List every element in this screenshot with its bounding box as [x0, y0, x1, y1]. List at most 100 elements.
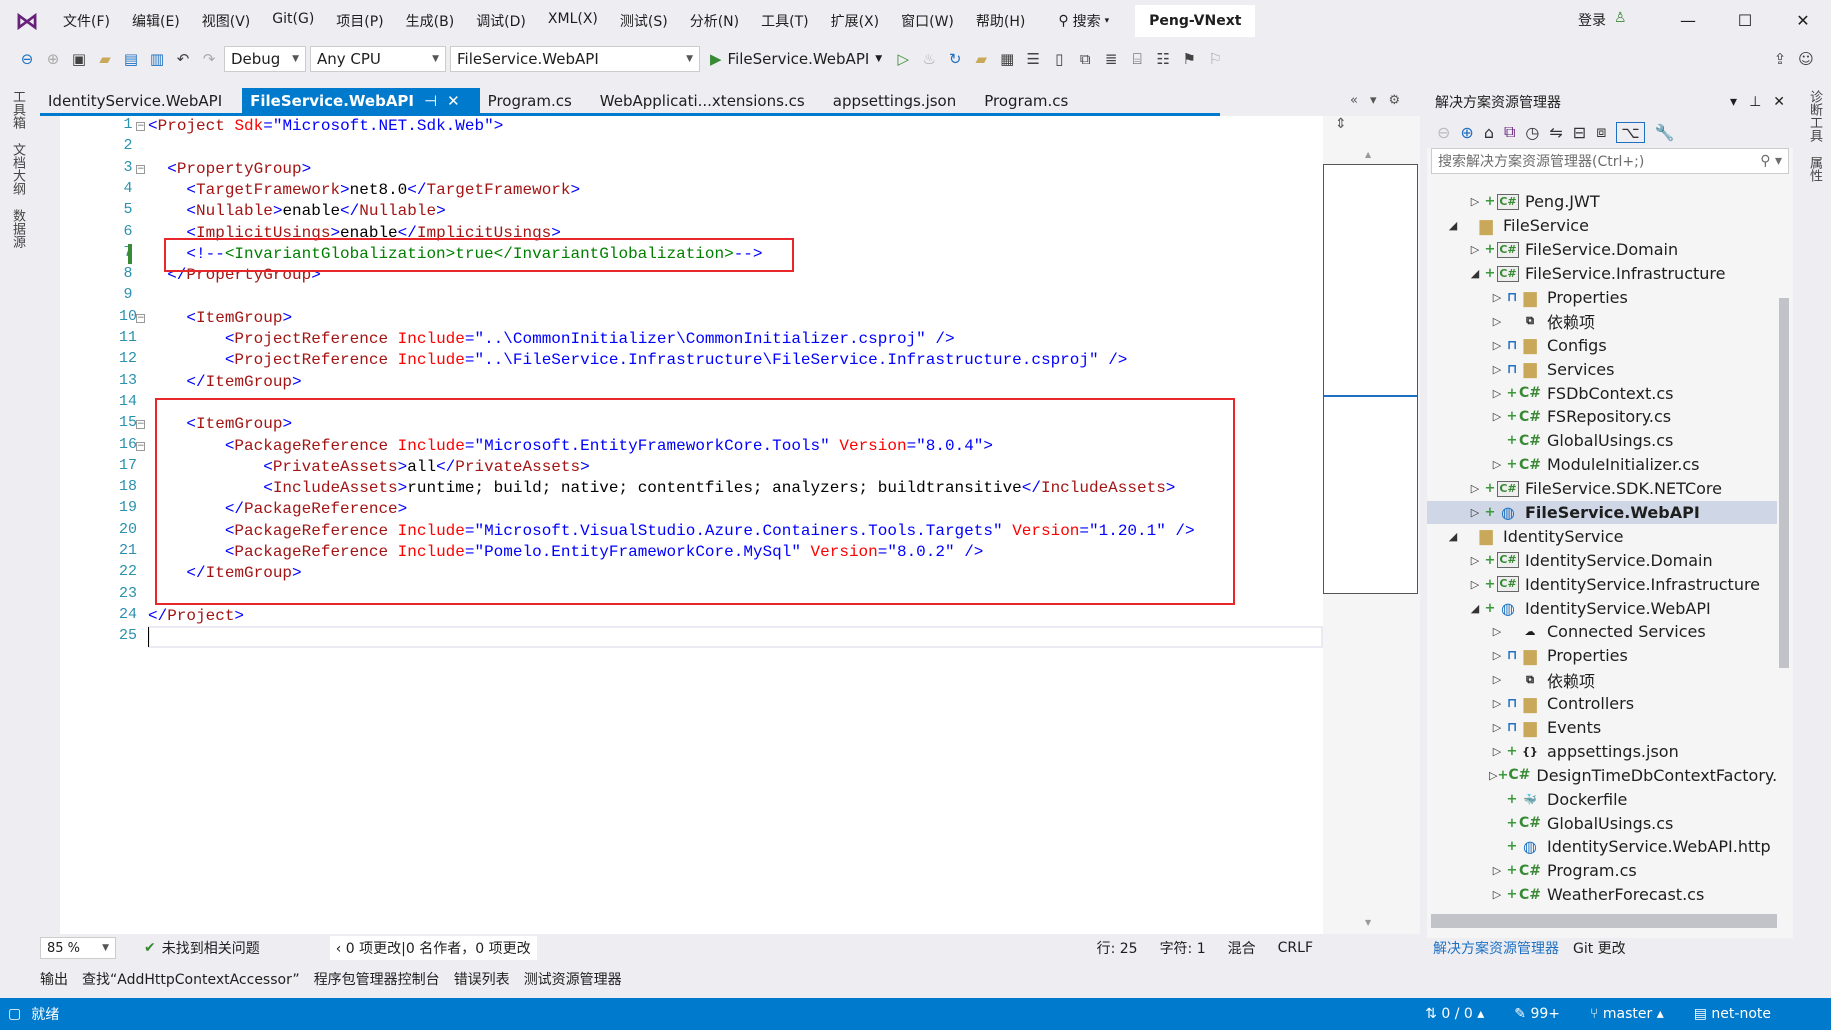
code-line[interactable]: <TargetFramework>net8.0</TargetFramework… — [148, 180, 580, 201]
tree-item[interactable]: ▷ + C# IdentityService.Infrastructure — [1427, 572, 1777, 596]
dropdown-icon[interactable]: ▾ — [1730, 94, 1737, 110]
minimap-scrollbar[interactable]: ⇕ ▲ ▼ — [1323, 116, 1420, 934]
back-icon[interactable]: ⊖ — [1437, 123, 1450, 142]
tree-item[interactable]: ◢ ▆ FileService — [1427, 214, 1777, 238]
tab-git-changes[interactable]: Git 更改 — [1573, 938, 1626, 958]
collapsed-icon[interactable]: ▷ — [1489, 363, 1505, 376]
tree-item[interactable]: ▷ + C# DesignTimeDbContextFactory.cs — [1427, 763, 1777, 787]
tree-item[interactable]: ▷ + C# WeatherForecast.cs — [1427, 883, 1777, 907]
forward-icon[interactable]: ⊕ — [42, 48, 64, 70]
tab-dropdown-icon[interactable]: ▾ — [1370, 88, 1377, 114]
bracket-icon[interactable]: ⌸ — [1126, 48, 1148, 70]
menu-item[interactable]: 调试(D) — [465, 11, 537, 31]
feedback-icon[interactable]: ☺ — [1795, 48, 1817, 70]
tab-document[interactable]: FileService.WebAPI ⊣ ✕ — [242, 88, 480, 113]
pending-changes-filter-icon[interactable]: ◷ — [1525, 123, 1539, 142]
code-line[interactable]: <Project Sdk="Microsoft.NET.Sdk.Web"> — [148, 116, 503, 137]
settings-icon[interactable]: ⚙ — [1389, 88, 1401, 114]
comment-icon[interactable]: ☷ — [1152, 48, 1174, 70]
side-tab[interactable]: 诊断工具 — [1805, 86, 1824, 146]
tool-tab[interactable]: 测试资源管理器 — [524, 969, 622, 989]
code-line[interactable]: </Project> — [148, 606, 244, 627]
collapsed-icon[interactable]: ▷ — [1489, 339, 1505, 352]
branch-selector[interactable]: ⑂ master ▴ — [1590, 1006, 1664, 1022]
share-icon[interactable]: ⇪ — [1769, 48, 1791, 70]
format-icon[interactable]: ≣ — [1100, 48, 1122, 70]
menu-item[interactable]: 测试(S) — [609, 11, 679, 31]
tree-item[interactable]: ▷ + {} appsettings.json — [1427, 739, 1777, 763]
tool-tab[interactable]: 查找“AddHttpContextAccessor” — [82, 969, 300, 989]
side-tab[interactable]: 数据源 — [8, 205, 27, 252]
code-line[interactable]: </ItemGroup> — [148, 372, 301, 393]
start-without-debugging-icon[interactable]: ▷ — [892, 48, 914, 70]
pending-changes[interactable]: ✎ 99+ — [1514, 1006, 1560, 1022]
menu-item[interactable]: 生成(B) — [395, 11, 466, 31]
menu-item[interactable]: 窗口(W) — [890, 11, 965, 31]
collapsed-icon[interactable]: ▷ — [1489, 649, 1505, 662]
tab-document[interactable]: IdentityService.WebAPI — [40, 88, 242, 113]
start-debugging-button[interactable]: ▶ FileService.WebAPI ▼ — [704, 50, 888, 68]
tree-item[interactable]: ▷ + C# Peng.JWT — [1427, 190, 1777, 214]
fold-toggle-icon[interactable]: − — [136, 420, 145, 430]
collapsed-icon[interactable]: ▷ — [1489, 410, 1505, 423]
platform-select[interactable]: Any CPU ▼ — [310, 46, 446, 72]
show-all-files-icon[interactable]: ⧈ — [1596, 122, 1606, 142]
tree-item[interactable]: ▷ ⊓ ▆ Controllers — [1427, 692, 1777, 716]
configuration-select[interactable]: Debug ▼ — [224, 46, 306, 72]
collapsed-icon[interactable]: ▷ — [1467, 243, 1483, 256]
bookmark-prev-icon[interactable]: ⚐ — [1204, 48, 1226, 70]
tree-item[interactable]: ▷ ☁ Connected Services — [1427, 620, 1777, 644]
tree-item[interactable]: ▷ ⊓ ▆ Properties — [1427, 644, 1777, 668]
collapsed-icon[interactable]: ▷ — [1489, 697, 1505, 710]
menu-item[interactable]: 分析(N) — [679, 11, 750, 31]
properties-icon[interactable]: 🔧 — [1655, 123, 1675, 142]
expanded-icon[interactable]: ◢ — [1445, 530, 1461, 543]
collapsed-icon[interactable]: ▷ — [1467, 506, 1483, 519]
tree-item[interactable]: ▷ + ◍ FileService.WebAPI — [1427, 500, 1777, 525]
collapsed-icon[interactable]: ▷ — [1489, 745, 1505, 758]
tree-item[interactable]: ◢ + C# FileService.Infrastructure — [1427, 262, 1777, 286]
close-panel-icon[interactable]: ✕ — [1773, 94, 1785, 110]
tree-item[interactable]: ▷ + C# IdentityService.Domain — [1427, 548, 1777, 572]
tab-solution-explorer[interactable]: 解决方案资源管理器 — [1433, 938, 1559, 958]
zoom-select[interactable]: 85 % ▼ — [40, 937, 116, 959]
sync-icon[interactable]: ⇋ — [1549, 123, 1562, 142]
tree-item[interactable]: ▷ ⊓ ▆ Services — [1427, 357, 1777, 381]
tree-item[interactable]: ▷ + C# FSDbContext.cs — [1427, 381, 1777, 405]
code-line[interactable]: <ItemGroup> — [148, 308, 292, 329]
repository-selector[interactable]: ▤ net-note — [1694, 1006, 1771, 1022]
tab-document[interactable]: appsettings.json — [825, 88, 977, 113]
refresh-icon[interactable]: ↻ — [944, 48, 966, 70]
split-icon[interactable]: ⇕ — [1335, 116, 1347, 132]
preview-selected-icon[interactable]: ⌥ — [1616, 121, 1645, 143]
diagram-icon[interactable]: ⧉ — [1074, 48, 1096, 70]
collapsed-icon[interactable]: ▷ — [1489, 315, 1505, 328]
collapsed-icon[interactable]: ▷ — [1467, 554, 1483, 567]
tree-item[interactable]: ▷ + C# ModuleInitializer.cs — [1427, 453, 1777, 477]
collapsed-icon[interactable]: ▷ — [1489, 864, 1505, 877]
scroll-up-icon[interactable]: ▲ — [1365, 150, 1371, 159]
undo-icon[interactable]: ↶ — [172, 48, 194, 70]
tree-scrollbar[interactable] — [1779, 158, 1791, 758]
minimize-button[interactable]: — — [1665, 0, 1711, 42]
collapsed-icon[interactable]: ▷ — [1489, 673, 1505, 686]
list-icon[interactable]: ☰ — [1022, 48, 1044, 70]
close-icon[interactable]: ✕ — [447, 88, 460, 113]
menu-item[interactable]: 工具(T) — [750, 11, 819, 31]
fold-toggle-icon[interactable]: − — [136, 313, 145, 323]
scroll-tabs-icon[interactable]: « — [1350, 88, 1358, 114]
pin-icon[interactable]: ⊥ — [1749, 94, 1761, 110]
code-line[interactable]: <ProjectReference Include="..\CommonInit… — [148, 329, 955, 350]
tool-tab[interactable]: 输出 — [40, 969, 68, 989]
new-project-icon[interactable]: ▣ — [68, 48, 90, 70]
collapsed-icon[interactable]: ▷ — [1489, 291, 1505, 304]
startup-project-select[interactable]: FileService.WebAPI ▼ — [450, 46, 700, 72]
switch-views-icon[interactable]: ⧉ — [1504, 122, 1515, 142]
save-all-icon[interactable]: ▥ — [146, 48, 168, 70]
collapsed-icon[interactable]: ▷ — [1489, 888, 1505, 901]
menu-item[interactable]: 文件(F) — [52, 11, 121, 31]
collapsed-icon[interactable]: ▷ — [1489, 458, 1505, 471]
issues-status[interactable]: 未找到相关问题 — [162, 938, 260, 958]
close-button[interactable]: ✕ — [1780, 0, 1826, 42]
expanded-icon[interactable]: ◢ — [1467, 602, 1483, 615]
